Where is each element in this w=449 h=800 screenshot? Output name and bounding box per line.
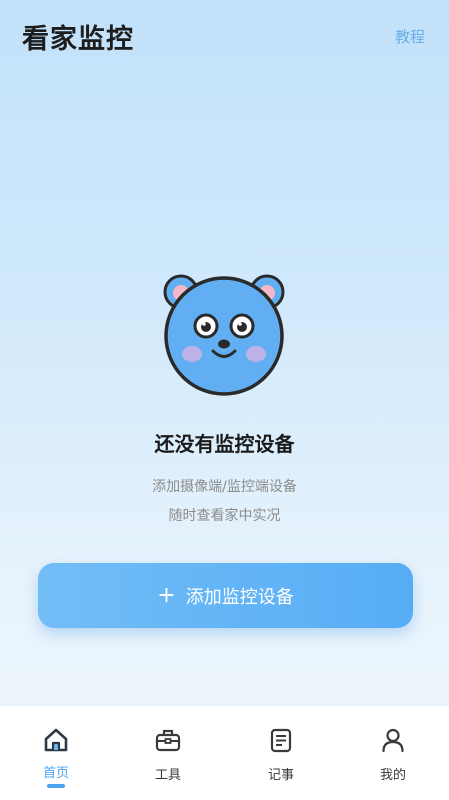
empty-state-description-2: 随时查看家中实况 (168, 508, 281, 524)
tab-label: 我的 (379, 768, 406, 783)
tab-label: 记事 (267, 768, 294, 783)
empty-state-description: 添加摄像端/监控端设备 (152, 479, 297, 495)
header: 看家监控 教程 (0, 0, 449, 70)
tab-label: 首页 (42, 766, 69, 781)
tab-notes[interactable]: 记事 (225, 706, 337, 800)
add-device-button[interactable]: + 添加监控设备 (38, 563, 413, 628)
empty-state-title: 还没有监控设备 (154, 432, 295, 456)
add-device-label: 添加监控设备 (185, 586, 294, 608)
notes-icon (270, 728, 292, 753)
tab-tools[interactable]: 工具 (112, 706, 224, 800)
home-icon (44, 728, 68, 752)
bear-face-icon (163, 274, 285, 396)
toolbox-icon (155, 729, 181, 752)
plus-icon: + (157, 582, 176, 608)
bottom-tab-bar: 首页 工具 记事 我的 (0, 706, 449, 800)
profile-icon (382, 728, 404, 753)
tab-label: 工具 (154, 768, 181, 783)
page-title: 看家监控 (22, 24, 134, 55)
tutorial-link[interactable]: 教程 (395, 26, 425, 47)
active-tab-indicator (47, 784, 65, 788)
tab-profile[interactable]: 我的 (337, 706, 449, 800)
tab-home[interactable]: 首页 (0, 706, 112, 800)
